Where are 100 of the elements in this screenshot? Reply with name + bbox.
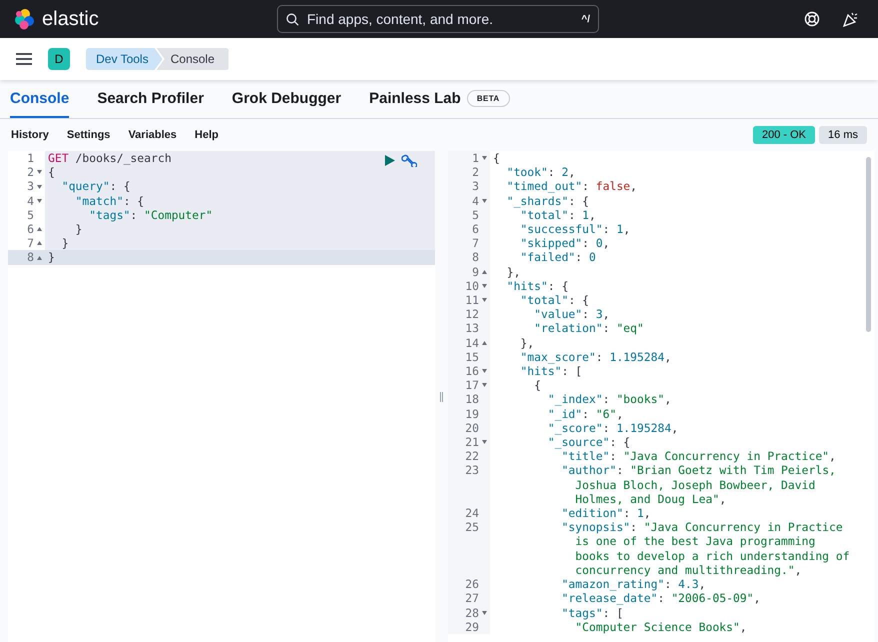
code-line: "timed_out": false, xyxy=(506,179,638,194)
space-avatar[interactable]: D xyxy=(48,48,70,70)
tab[interactable]: Painless Lab BETA xyxy=(369,80,510,118)
code-line: Holmes, and Doug Lea", xyxy=(574,492,726,506)
line-number: 13 xyxy=(465,321,479,336)
code-line: "query": { xyxy=(60,179,130,194)
resize-handle[interactable] xyxy=(440,392,443,402)
code-line: concurrency and multithreading.", xyxy=(574,562,802,578)
line-number: 3 xyxy=(472,179,479,194)
code-line: "took": 2, xyxy=(506,165,576,180)
search-field[interactable]: Find apps, content, and more. ^/ xyxy=(277,5,599,33)
scrollbar[interactable] xyxy=(866,157,871,332)
line-number: 9 xyxy=(472,264,479,279)
code-line: }, xyxy=(506,264,520,279)
line-number: 26 xyxy=(465,577,479,592)
line-number: 4 xyxy=(27,194,34,208)
wrench-icon[interactable] xyxy=(401,153,417,167)
line-number: 12 xyxy=(465,307,479,322)
fold-arrow-icon[interactable] xyxy=(482,440,487,444)
code-line: Joshua Bloch, Joseph Bowbeer, David xyxy=(574,478,816,492)
line-number: 6 xyxy=(27,222,34,236)
line-number: 24 xyxy=(465,506,479,520)
code-line: "release_date": "2006-05-09", xyxy=(560,591,760,606)
code-line: "hits": { xyxy=(506,278,568,294)
line-number: 3 xyxy=(27,179,34,194)
line-number: 19 xyxy=(465,406,479,421)
tab[interactable]: Grok Debugger xyxy=(232,80,342,118)
code-line: "edition": 1, xyxy=(560,506,651,520)
line-number: 17 xyxy=(465,378,479,392)
request-editor[interactable]: 1 GET /books/_search 2 { 3 "query": { 4 "match": { 5 "tags": "Computer" 6 } 7 } 8 } xyxy=(8,151,435,642)
line-number: 8 xyxy=(27,250,34,265)
fold-arrow-icon[interactable] xyxy=(482,610,487,615)
line-number: 25 xyxy=(465,520,479,534)
fold-arrow-icon[interactable] xyxy=(482,298,487,302)
fold-arrow-icon[interactable] xyxy=(482,284,487,288)
fold-arrow-icon[interactable] xyxy=(37,241,42,246)
line-number: 5 xyxy=(472,208,479,222)
search-icon xyxy=(286,12,299,26)
toolbar-link[interactable]: Help xyxy=(194,129,218,141)
line-number: 5 xyxy=(27,208,34,222)
breadcrumb[interactable]: Console xyxy=(156,48,229,70)
toolbar-link[interactable]: Settings xyxy=(66,129,110,141)
fold-arrow-icon[interactable] xyxy=(37,170,42,174)
code-line: "max_score": 1.195284, xyxy=(519,350,672,364)
code-line: } xyxy=(47,250,55,265)
code-line: } xyxy=(74,222,82,236)
fold-arrow-icon[interactable] xyxy=(482,156,487,160)
brand-name: elastic xyxy=(42,8,99,30)
code-line: "_id": "6", xyxy=(546,406,624,421)
fold-arrow-icon[interactable] xyxy=(482,270,487,274)
fold-arrow-icon[interactable] xyxy=(482,383,487,388)
code-line: "total": 1, xyxy=(520,208,596,222)
code-line: "tags": "Computer" xyxy=(88,208,213,222)
code-line: "_score": 1.195284, xyxy=(546,420,678,436)
help-icon[interactable] xyxy=(804,11,820,27)
fold-arrow-icon[interactable] xyxy=(37,227,42,232)
toolbar-link[interactable]: History xyxy=(11,129,49,141)
breadcrumb[interactable]: Dev Tools xyxy=(86,48,162,70)
play-icon[interactable] xyxy=(385,154,395,166)
fold-arrow-icon[interactable] xyxy=(482,340,487,345)
line-number: 2 xyxy=(27,165,34,180)
code-line: "author": "Brian Goetz with Tim Peierls, xyxy=(560,463,836,478)
line-number: 27 xyxy=(465,591,479,606)
line-number: 15 xyxy=(465,350,479,364)
code-line: "tags": [ xyxy=(560,606,624,620)
fold-arrow-icon[interactable] xyxy=(482,369,487,374)
code-line: "total": { xyxy=(519,293,590,308)
shortcut-hint: ^/ xyxy=(581,14,590,24)
code-line: "_index": "books", xyxy=(546,392,672,407)
logo-icon xyxy=(14,8,36,30)
code-line: "relation": "eq" xyxy=(533,321,644,336)
fold-arrow-icon[interactable] xyxy=(37,256,42,260)
line-number: 2 xyxy=(472,165,479,180)
status-badge: 200 - OK xyxy=(753,126,816,144)
code-line: "_shards": { xyxy=(506,194,590,208)
line-number: 16 xyxy=(465,364,479,378)
line-number: 20 xyxy=(465,420,479,436)
fold-arrow-icon[interactable] xyxy=(37,184,42,188)
toolbar-link[interactable]: Variables xyxy=(128,129,177,141)
line-number: 1 xyxy=(27,151,34,166)
code-line: is one of the best Java programming xyxy=(574,534,816,549)
tab[interactable]: Search Profiler xyxy=(97,80,204,118)
code-line: "match": { xyxy=(74,194,144,208)
fold-arrow-icon[interactable] xyxy=(482,198,487,203)
line-number: 11 xyxy=(465,293,479,308)
code-line: "title": "Java Concurrency in Practice", xyxy=(560,449,836,464)
code-line: { xyxy=(47,165,55,180)
code-line: } xyxy=(60,236,69,250)
code-line: GET /books/_search xyxy=(47,151,172,166)
code-line: "failed": 0 xyxy=(519,250,596,265)
menu-icon[interactable] xyxy=(16,53,32,65)
code-line: books to develop a rich understanding of xyxy=(574,548,850,563)
code-line: "synopsis": "Java Concurrency in Practice xyxy=(560,520,843,534)
fold-arrow-icon[interactable] xyxy=(37,198,42,203)
line-number: 10 xyxy=(465,278,479,294)
code-line: "amazon_rating": 4.3, xyxy=(560,577,706,592)
line-number: 7 xyxy=(27,236,34,250)
party-popper-icon[interactable] xyxy=(842,11,858,27)
line-number: 28 xyxy=(465,606,479,620)
code-line: "hits": [ xyxy=(519,364,582,378)
